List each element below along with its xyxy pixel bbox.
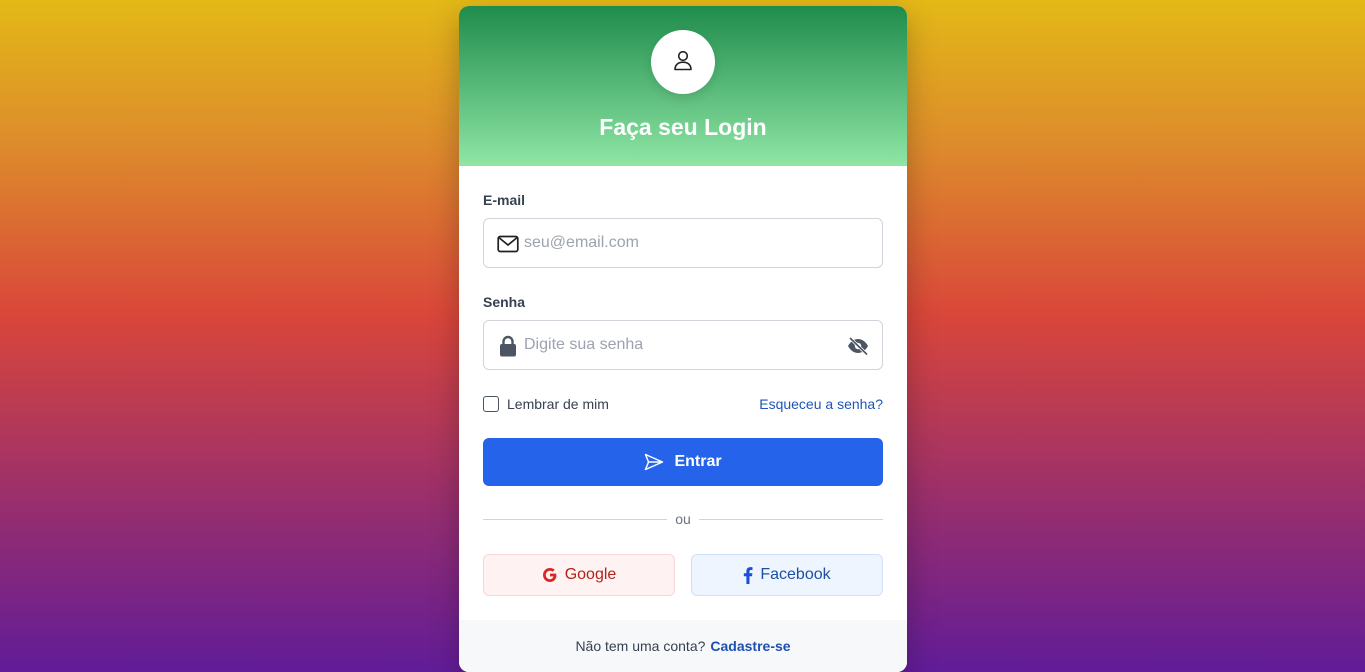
email-label: E-mail (483, 192, 526, 208)
forgot-password-link[interactable]: Esqueceu a senha? (759, 396, 883, 412)
send-icon (644, 453, 664, 471)
signup-prompt: Não tem uma conta? (575, 638, 706, 654)
login-card: Faça seu Login E-mail Senha (459, 6, 907, 672)
password-input[interactable] (524, 321, 834, 369)
login-button-label: Entrar (674, 453, 722, 470)
signup-footer: Não tem uma conta? Cadastre-se (459, 620, 907, 672)
user-icon (673, 49, 693, 76)
email-input[interactable] (524, 219, 834, 267)
page-title: Faça seu Login (599, 114, 767, 140)
divider-line-right (698, 518, 884, 520)
google-icon (542, 567, 558, 583)
remember-me[interactable]: Lembrar de mim (483, 396, 609, 412)
avatar (651, 30, 715, 94)
signup-link[interactable]: Cadastre-se (710, 638, 790, 654)
google-label: Google (564, 566, 617, 583)
facebook-login-button[interactable]: Facebook (691, 554, 883, 596)
email-field[interactable] (483, 218, 883, 268)
envelope-icon (497, 233, 519, 255)
divider: ou (483, 511, 884, 527)
eye-slash-icon[interactable] (846, 334, 870, 358)
password-label: Senha (483, 294, 526, 310)
facebook-label: Facebook (760, 566, 831, 583)
password-field[interactable] (483, 320, 883, 370)
remember-checkbox[interactable] (483, 396, 499, 412)
card-header: Faça seu Login (459, 6, 907, 166)
divider-text: ou (675, 511, 691, 527)
google-login-button[interactable]: Google (483, 554, 675, 596)
facebook-icon (743, 566, 753, 584)
remember-label: Lembrar de mim (507, 396, 609, 412)
divider-line-left (483, 518, 668, 520)
login-button[interactable]: Entrar (483, 438, 883, 486)
lock-icon (497, 335, 519, 357)
